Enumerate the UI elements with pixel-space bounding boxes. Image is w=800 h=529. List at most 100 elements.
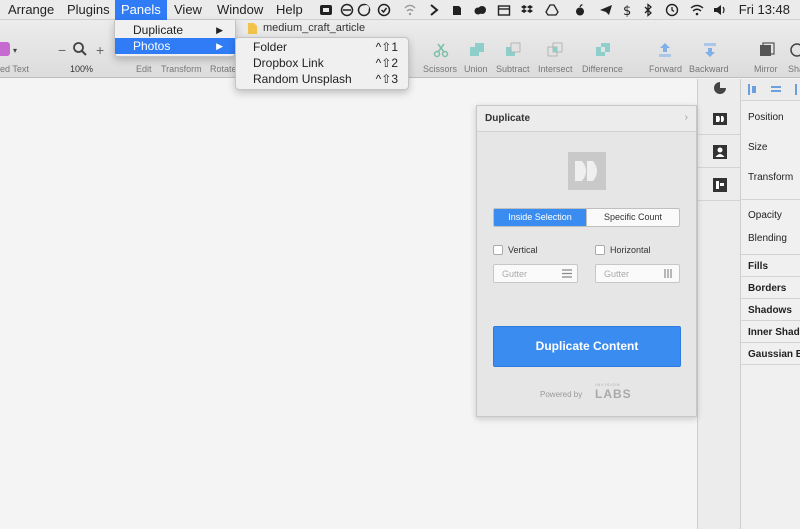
- chevron-right-icon[interactable]: ›: [685, 112, 688, 123]
- duplicate-content-button[interactable]: Duplicate Content: [493, 326, 681, 367]
- inspector-fills[interactable]: Fills: [748, 261, 768, 272]
- google-drive-icon[interactable]: [545, 3, 559, 17]
- menu-arrange[interactable]: Arrange: [2, 0, 60, 20]
- vertical-gutter-input[interactable]: [494, 265, 558, 282]
- craft-logo-icon[interactable]: [698, 76, 741, 100]
- menu-bar: Arrange Plugins Panels View Window Help …: [0, 0, 800, 20]
- union-button[interactable]: Union: [464, 64, 488, 74]
- dollar-icon[interactable]: $: [620, 3, 634, 17]
- horizontal-gutter-input[interactable]: [596, 265, 660, 282]
- align-left-icon[interactable]: [748, 84, 750, 95]
- menu-view[interactable]: View: [168, 0, 208, 20]
- text-tool-icon[interactable]: [0, 42, 10, 56]
- menu-item-photos[interactable]: Photos ▶: [115, 38, 235, 54]
- inspector-inner-shadows[interactable]: Inner Shado: [748, 327, 800, 338]
- difference-icon[interactable]: [595, 42, 611, 63]
- forward-icon[interactable]: [657, 42, 673, 63]
- forward-button[interactable]: Forward: [649, 64, 682, 74]
- dropbox-icon[interactable]: [520, 3, 534, 17]
- plugin-strip: [697, 76, 741, 529]
- circle-slash-icon[interactable]: [340, 3, 354, 17]
- scissors-button[interactable]: Scissors: [423, 64, 457, 74]
- rotate-button[interactable]: Rotate: [210, 64, 237, 74]
- task-check-icon[interactable]: [377, 3, 391, 17]
- volume-icon[interactable]: [713, 3, 727, 17]
- mode-specific-count[interactable]: Specific Count: [586, 209, 679, 226]
- powered-by-label: Powered by: [540, 390, 583, 399]
- inspector-size[interactable]: Size: [748, 142, 767, 153]
- inspector-shadows[interactable]: Shadows: [748, 305, 792, 316]
- chevron-right-icon[interactable]: [427, 3, 441, 17]
- menu-window[interactable]: Window: [211, 0, 269, 20]
- mode-inside-selection[interactable]: Inside Selection: [494, 209, 586, 226]
- inspector-position[interactable]: Position: [748, 112, 784, 123]
- inspector-divider: [741, 364, 800, 365]
- scissors-icon[interactable]: [433, 42, 449, 63]
- zoom-out-button[interactable]: −: [58, 42, 66, 58]
- inspector-divider: [741, 199, 800, 200]
- apple-icon[interactable]: [573, 3, 587, 17]
- inspector-opacity[interactable]: Opacity: [748, 210, 782, 221]
- data-panel-icon[interactable]: [698, 169, 741, 201]
- photos-panel-icon[interactable]: [698, 136, 741, 168]
- photos-random-unsplash-item[interactable]: Random Unsplash ^⇧3: [236, 71, 408, 87]
- inspector-divider: [741, 342, 800, 343]
- backward-button[interactable]: Backward: [689, 64, 729, 74]
- zoom-in-button[interactable]: +: [96, 42, 104, 58]
- difference-button[interactable]: Difference: [582, 64, 623, 74]
- moon-circle-icon[interactable]: [357, 3, 371, 17]
- photos-dropbox-link-item[interactable]: Dropbox Link ^⇧2: [236, 55, 408, 71]
- submenu-arrow-icon: ▶: [216, 25, 223, 35]
- duplicate-panel-icon[interactable]: [698, 103, 741, 135]
- mirror-icon[interactable]: [759, 42, 775, 63]
- inspector-transform[interactable]: Transform: [748, 172, 793, 183]
- subtract-icon[interactable]: [505, 42, 521, 63]
- edit-button[interactable]: Edit: [136, 64, 152, 74]
- document-title: medium_craft_article: [248, 22, 365, 34]
- subtract-button[interactable]: Subtract: [496, 64, 530, 74]
- photos-folder-item[interactable]: Folder ^⇧1: [236, 39, 408, 55]
- wifi-icon[interactable]: [690, 3, 704, 17]
- chevron-down-icon[interactable]: ▾: [13, 46, 17, 55]
- panels-dropdown-menu: Duplicate ▶ Photos ▶: [114, 20, 236, 57]
- paper-plane-icon[interactable]: [599, 3, 613, 17]
- time-machine-icon[interactable]: [665, 3, 679, 17]
- wireless-off-icon[interactable]: [403, 3, 417, 17]
- zoom-search-icon[interactable]: [72, 41, 88, 62]
- clapper-icon[interactable]: [497, 3, 511, 17]
- transform-button[interactable]: Transform: [161, 64, 202, 74]
- align-right-icon[interactable]: [795, 84, 797, 95]
- photos-submenu: Folder ^⇧1 Dropbox Link ^⇧2 Random Unspl…: [235, 37, 409, 90]
- shortcut-label: ^⇧3: [375, 72, 398, 86]
- intersect-icon[interactable]: [547, 42, 563, 63]
- inspector-blending[interactable]: Blending: [748, 233, 787, 244]
- creative-cloud-icon[interactable]: [473, 3, 487, 17]
- inspector-borders[interactable]: Borders: [748, 283, 786, 294]
- menu-item-label: Random Unsplash: [253, 72, 352, 86]
- horizontal-checkbox[interactable]: Horizontal: [595, 245, 651, 255]
- intersect-button[interactable]: Intersect: [538, 64, 573, 74]
- bluetooth-icon[interactable]: [641, 3, 655, 17]
- union-icon[interactable]: [469, 42, 485, 63]
- menu-panels[interactable]: Panels: [115, 0, 167, 20]
- share-button[interactable]: Sha: [788, 64, 800, 74]
- backward-icon[interactable]: [702, 42, 718, 63]
- horizontal-gutter-icon: [664, 269, 672, 278]
- inspector-gaussian-blur[interactable]: Gaussian B: [748, 349, 800, 360]
- vertical-checkbox[interactable]: Vertical: [493, 245, 538, 255]
- mirror-button[interactable]: Mirror: [754, 64, 778, 74]
- menu-help[interactable]: Help: [270, 0, 309, 20]
- sketch-file-icon: [248, 22, 257, 34]
- menu-plugins[interactable]: Plugins: [61, 0, 116, 20]
- checkbox-box[interactable]: [493, 245, 503, 255]
- menu-item-duplicate[interactable]: Duplicate ▶: [115, 22, 235, 38]
- submenu-arrow-icon: ▶: [216, 41, 223, 51]
- labs-logo: LABS: [595, 387, 632, 401]
- align-center-icon[interactable]: [771, 86, 781, 88]
- menubar-clock[interactable]: Fri 13:48: [739, 0, 790, 20]
- checkbox-box[interactable]: [595, 245, 605, 255]
- vertical-gutter-field: [493, 264, 578, 283]
- share-icon[interactable]: [789, 42, 800, 63]
- sketch-tray-icon[interactable]: [319, 3, 333, 17]
- evernote-icon[interactable]: [450, 3, 464, 17]
